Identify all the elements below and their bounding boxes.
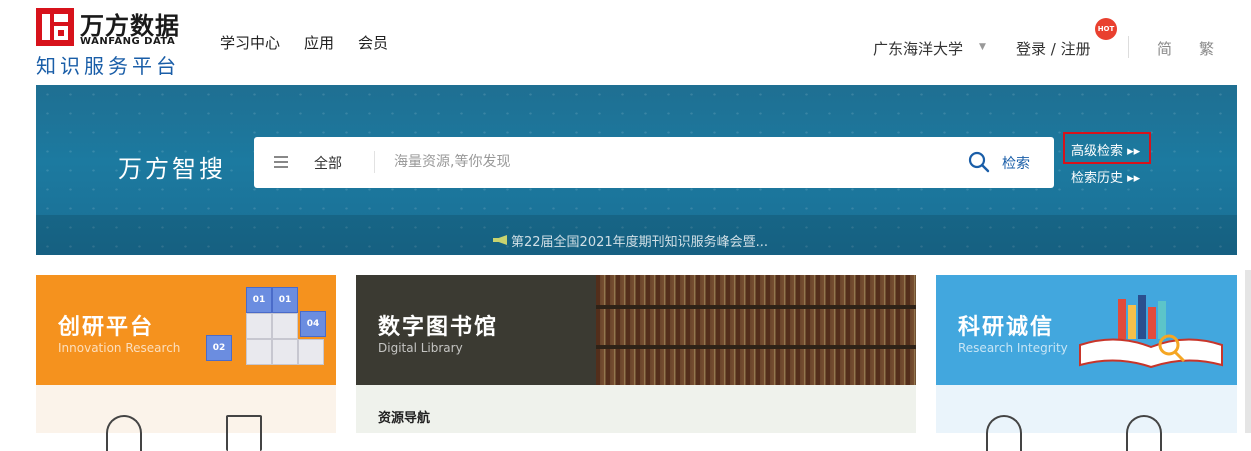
hot-badge: HOT: [1095, 18, 1117, 40]
header-divider: [1128, 36, 1129, 58]
search-icon[interactable]: [968, 151, 990, 173]
logo-subtitle: WANFANG DATA: [80, 36, 176, 47]
search-banner: 万方智搜 全部 检索 高级检索 ▸▸ 检索历史 ▸▸ 第22届全国2021年度期…: [36, 85, 1237, 255]
search-scope-selector[interactable]: 全部: [314, 153, 342, 173]
lang-traditional-button[interactable]: 繁: [1199, 38, 1214, 59]
nav-membership[interactable]: 会员: [358, 32, 388, 53]
top-nav: 学习中心 应用 会员: [220, 32, 388, 53]
card-title: 科研诚信: [958, 315, 1055, 340]
wanfang-zhisou-title: 万方智搜: [118, 155, 226, 183]
menu-icon[interactable]: [274, 156, 288, 168]
login-register-link[interactable]: 登录 / 注册: [1016, 38, 1091, 59]
cubes-illustration-icon: 01 01 02 04: [206, 283, 326, 385]
caret-down-icon[interactable]: ▼: [979, 42, 986, 52]
notice-text: 第22届全国2021年度期刊知识服务峰会暨...: [511, 235, 769, 250]
top-header: 万方数据 WANFANG DATA 知识服务平台 学习中心 应用 会员 广东海洋…: [0, 0, 1251, 85]
globe-icon[interactable]: [106, 415, 142, 451]
card-subtitle: Digital Library: [378, 341, 463, 355]
digital-library-section: 资源导航: [356, 385, 916, 433]
advanced-search-link[interactable]: 高级检索 ▸▸: [1071, 140, 1140, 159]
search-input[interactable]: [394, 145, 934, 179]
card-title: 数字图书馆: [378, 315, 499, 340]
notice-ticker[interactable]: 第22届全国2021年度期刊知识服务峰会暨...: [493, 231, 768, 250]
card-digital-library[interactable]: 数字图书馆 Digital Library: [356, 275, 916, 385]
logo-mark-icon: [36, 8, 74, 46]
nav-apps[interactable]: 应用: [304, 32, 334, 53]
resource-nav-label: 资源导航: [378, 411, 431, 426]
search-box: 全部 检索: [254, 137, 1054, 188]
shop-icon[interactable]: [1126, 415, 1162, 451]
scope-divider: [374, 151, 375, 173]
wanfang-logo[interactable]: 万方数据 WANFANG DATA 知识服务平台: [36, 8, 196, 78]
search-history-link[interactable]: 检索历史 ▸▸: [1071, 167, 1140, 186]
card-subtitle: Innovation Research: [58, 341, 181, 355]
card-title: 创研平台: [58, 315, 155, 340]
library-building-icon[interactable]: [986, 415, 1022, 451]
search-button[interactable]: 检索: [1002, 153, 1030, 173]
innovation-section: [36, 385, 336, 451]
logo-tagline: 知识服务平台: [36, 54, 180, 78]
card-research-integrity[interactable]: 科研诚信 Research Integrity: [936, 275, 1237, 385]
page-scrollbar[interactable]: [1245, 270, 1251, 433]
nav-learning-center[interactable]: 学习中心: [220, 32, 280, 53]
document-icon[interactable]: [226, 415, 262, 451]
institution-selector[interactable]: 广东海洋大学: [873, 38, 963, 59]
card-subtitle: Research Integrity: [958, 341, 1068, 355]
lang-simplified-button[interactable]: 简: [1157, 38, 1172, 59]
card-innovation-research[interactable]: 创研平台 Innovation Research 01 01 02 04: [36, 275, 336, 385]
integrity-section: [936, 385, 1237, 451]
open-book-icon: [1079, 295, 1223, 369]
bookshelf-image: [596, 275, 916, 385]
